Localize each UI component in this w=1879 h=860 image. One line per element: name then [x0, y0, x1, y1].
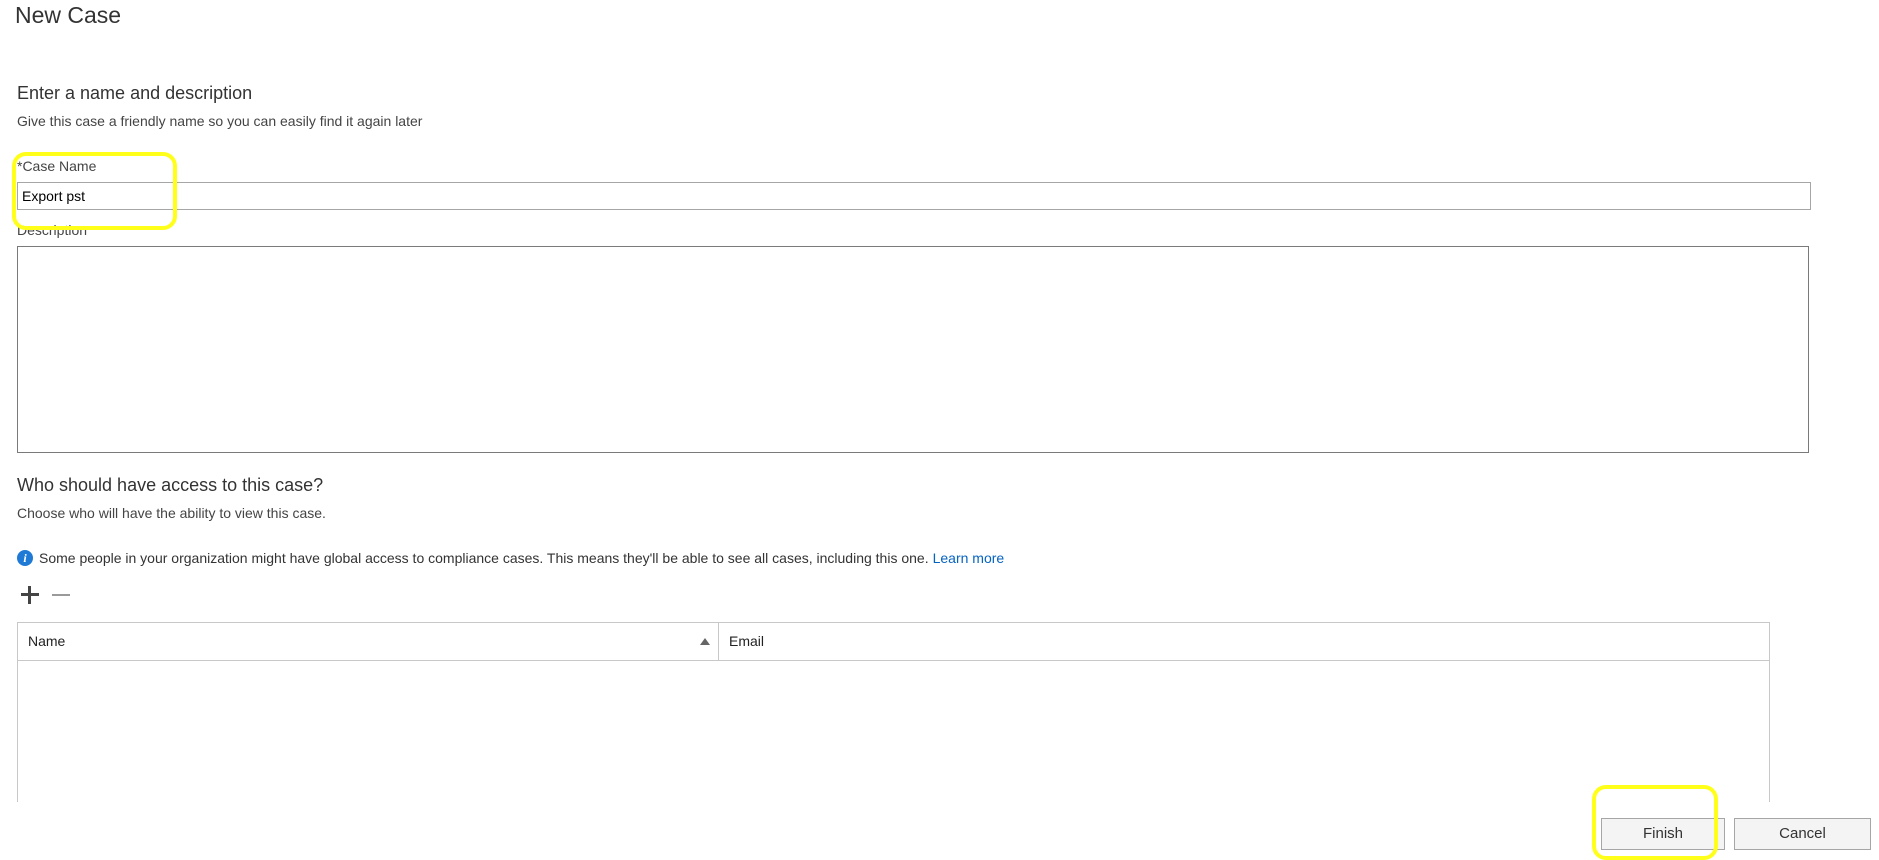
- description-label: Description: [17, 222, 88, 238]
- sort-ascending-icon: [700, 638, 710, 645]
- add-member-button[interactable]: [19, 584, 41, 606]
- column-header-email[interactable]: Email: [729, 623, 764, 660]
- info-icon: i: [17, 550, 33, 566]
- access-section-heading: Who should have access to this case?: [17, 475, 324, 495]
- plus-icon: [21, 586, 39, 604]
- global-access-info-text: Some people in your organization might h…: [39, 549, 929, 566]
- case-name-input[interactable]: [17, 182, 1811, 210]
- minus-icon: [52, 586, 70, 604]
- name-section-heading: Enter a name and description: [17, 83, 253, 103]
- name-section-subtitle: Give this case a friendly name so you ca…: [17, 113, 423, 129]
- case-name-label: *Case Name: [17, 158, 97, 174]
- column-header-name[interactable]: Name: [18, 623, 719, 660]
- column-header-name-label: Name: [28, 633, 66, 649]
- global-access-info: i Some people in your organization might…: [17, 549, 1004, 566]
- finish-button[interactable]: Finish: [1601, 818, 1725, 850]
- learn-more-link[interactable]: Learn more: [933, 550, 1005, 566]
- description-textarea[interactable]: [17, 246, 1809, 453]
- members-grid: Name Email: [17, 622, 1770, 802]
- members-grid-header: Name Email: [18, 623, 1769, 661]
- access-section-subtitle: Choose who will have the ability to view…: [17, 505, 326, 521]
- remove-member-button[interactable]: [50, 584, 72, 606]
- page-title: New Case: [15, 2, 122, 28]
- column-header-email-label: Email: [729, 633, 765, 649]
- cancel-button[interactable]: Cancel: [1734, 818, 1871, 850]
